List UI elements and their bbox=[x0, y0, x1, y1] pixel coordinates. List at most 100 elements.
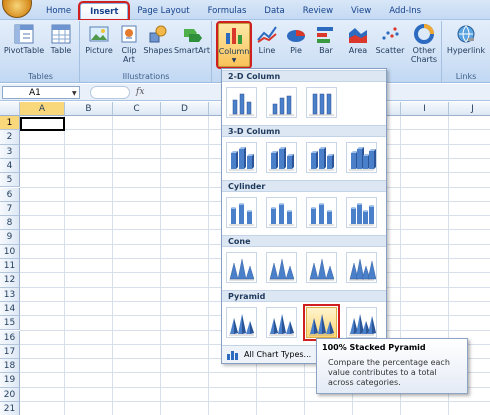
gallery-section-cylinder: Cylinder bbox=[222, 180, 386, 192]
row-header-13[interactable]: 13 bbox=[0, 287, 20, 302]
pie-chart-button[interactable]: Pie bbox=[283, 23, 309, 55]
chart-thumb-cone-1[interactable] bbox=[226, 252, 257, 283]
chart-thumb-3d-column-3[interactable] bbox=[306, 142, 337, 173]
grid-line bbox=[160, 116, 161, 415]
column-header-c[interactable]: C bbox=[113, 102, 161, 116]
chart-thumb-cylinder-1[interactable] bbox=[226, 197, 257, 228]
chart-thumb-cone-4[interactable] bbox=[346, 252, 377, 283]
column-header-b[interactable]: B bbox=[65, 102, 113, 116]
row-header-14[interactable]: 14 bbox=[0, 301, 20, 317]
chart-thumb-cone-3[interactable] bbox=[306, 252, 337, 283]
office-button[interactable] bbox=[2, 0, 32, 18]
row-header-21[interactable]: 21 bbox=[0, 402, 20, 415]
tab-view[interactable]: View bbox=[342, 3, 380, 19]
chart-thumb-pyramid-2[interactable] bbox=[266, 307, 297, 338]
picture-label: Picture bbox=[85, 46, 113, 55]
row-header-3[interactable]: 3 bbox=[0, 144, 20, 159]
shapes-icon bbox=[149, 25, 167, 43]
table-button[interactable]: Table bbox=[47, 23, 75, 55]
row-header-18[interactable]: 18 bbox=[0, 359, 20, 374]
line-chart-button[interactable]: Line bbox=[253, 23, 281, 55]
chart-thumb-cylinder-4[interactable] bbox=[346, 197, 377, 228]
row-header-1[interactable]: 1 bbox=[0, 116, 20, 131]
chart-thumb-icon bbox=[229, 93, 254, 116]
chart-thumb-cylinder-3[interactable] bbox=[306, 197, 337, 228]
hyperlink-button[interactable]: Hyperlink bbox=[446, 23, 486, 55]
column-header-a[interactable]: A bbox=[20, 102, 65, 116]
chart-thumb-cone-2[interactable] bbox=[266, 252, 297, 283]
area-chart-button[interactable]: Area bbox=[343, 23, 373, 55]
tab-review[interactable]: Review bbox=[294, 3, 342, 19]
row-header-7[interactable]: 7 bbox=[0, 201, 20, 217]
area-chart-icon bbox=[349, 28, 367, 43]
column-header-d[interactable]: D bbox=[161, 102, 209, 116]
row-header-8[interactable]: 8 bbox=[0, 216, 20, 231]
select-all-corner[interactable] bbox=[0, 102, 20, 116]
chart-thumb-3d-column-1[interactable] bbox=[226, 142, 257, 173]
row-header-4[interactable]: 4 bbox=[0, 158, 20, 174]
line-chart-label: Line bbox=[258, 46, 276, 55]
tab-home[interactable]: Home bbox=[37, 3, 80, 19]
chart-thumb-pyramid-4[interactable] bbox=[346, 307, 377, 338]
chart-thumb-2d-column-1[interactable] bbox=[226, 87, 257, 118]
active-cell[interactable] bbox=[20, 117, 65, 131]
clip-art-button[interactable]: Clip Art bbox=[117, 23, 141, 64]
row-header-2[interactable]: 2 bbox=[0, 130, 20, 145]
tab-page-layout[interactable]: Page Layout bbox=[128, 3, 198, 19]
chart-thumb-icon bbox=[229, 314, 254, 336]
row-header-20[interactable]: 20 bbox=[0, 387, 20, 402]
chart-thumb-icon bbox=[309, 93, 334, 116]
tab-data[interactable]: Data bbox=[255, 3, 293, 19]
chart-type-tooltip: 100% Stacked Pyramid Compare the percent… bbox=[316, 338, 468, 394]
clip-art-icon bbox=[121, 25, 137, 43]
row-header-10[interactable]: 10 bbox=[0, 244, 20, 259]
grid-line bbox=[20, 401, 490, 402]
chevron-down-icon[interactable]: ▼ bbox=[72, 90, 77, 97]
column-chart-button[interactable]: Column ▼ bbox=[216, 21, 252, 69]
row-header-6[interactable]: 6 bbox=[0, 187, 20, 202]
chart-thumb-icon bbox=[309, 314, 334, 336]
pivottable-label: PivotTable bbox=[3, 46, 45, 55]
chart-thumb-2d-column-3[interactable] bbox=[306, 87, 337, 118]
chart-thumb-2d-column-2[interactable] bbox=[266, 87, 297, 118]
row-header-16[interactable]: 16 bbox=[0, 330, 20, 345]
name-box[interactable]: A1 bbox=[2, 86, 80, 99]
row-header-11[interactable]: 11 bbox=[0, 259, 20, 274]
row-header-5[interactable]: 5 bbox=[0, 173, 20, 188]
chart-thumb-cylinder-2[interactable] bbox=[266, 197, 297, 228]
row-header-9[interactable]: 9 bbox=[0, 230, 20, 245]
column-header-i[interactable]: I bbox=[401, 102, 449, 116]
chart-thumb-icon bbox=[269, 314, 294, 336]
chart-thumb-pyramid-1[interactable] bbox=[226, 307, 257, 338]
chart-thumb-3d-column-2[interactable] bbox=[266, 142, 297, 173]
pivottable-button[interactable]: PivotTable bbox=[3, 23, 45, 55]
formula-bar-expand[interactable] bbox=[90, 86, 130, 99]
tables-group-label: Tables bbox=[28, 72, 53, 81]
insert-function-button[interactable]: fx bbox=[136, 87, 144, 97]
tab-add-ins[interactable]: Add-Ins bbox=[380, 3, 430, 19]
tab-insert[interactable]: Insert bbox=[78, 1, 131, 21]
links-group-label: Links bbox=[455, 72, 477, 81]
scatter-chart-button[interactable]: Scatter bbox=[374, 23, 406, 55]
scatter-chart-icon bbox=[382, 27, 399, 40]
bar-chart-icon bbox=[317, 27, 333, 43]
other-charts-button[interactable]: Other Charts bbox=[408, 23, 440, 64]
tab-formulas[interactable]: Formulas bbox=[199, 3, 256, 19]
shapes-button[interactable]: Shapes bbox=[143, 23, 173, 55]
column-header-j[interactable]: J bbox=[449, 102, 490, 116]
row-header-19[interactable]: 19 bbox=[0, 373, 20, 388]
chart-thumb-pyramid-3[interactable] bbox=[303, 304, 340, 341]
smartart-icon bbox=[184, 29, 202, 42]
chart-thumb-3d-column-4[interactable] bbox=[346, 142, 377, 173]
picture-button[interactable]: Picture bbox=[83, 23, 115, 55]
bar-chart-button[interactable]: Bar bbox=[312, 23, 340, 55]
chart-thumb-icon bbox=[229, 203, 254, 226]
row-header-15[interactable]: 15 bbox=[0, 316, 20, 331]
chart-thumb-icon bbox=[309, 203, 334, 226]
row-header-12[interactable]: 12 bbox=[0, 273, 20, 288]
gallery-section-pyramid: Pyramid bbox=[222, 290, 386, 302]
smartart-button[interactable]: SmartArt bbox=[174, 23, 210, 55]
row-header-17[interactable]: 17 bbox=[0, 344, 20, 360]
chart-thumb-icon bbox=[349, 314, 376, 336]
tables-group: PivotTable Table Tables bbox=[2, 21, 80, 82]
